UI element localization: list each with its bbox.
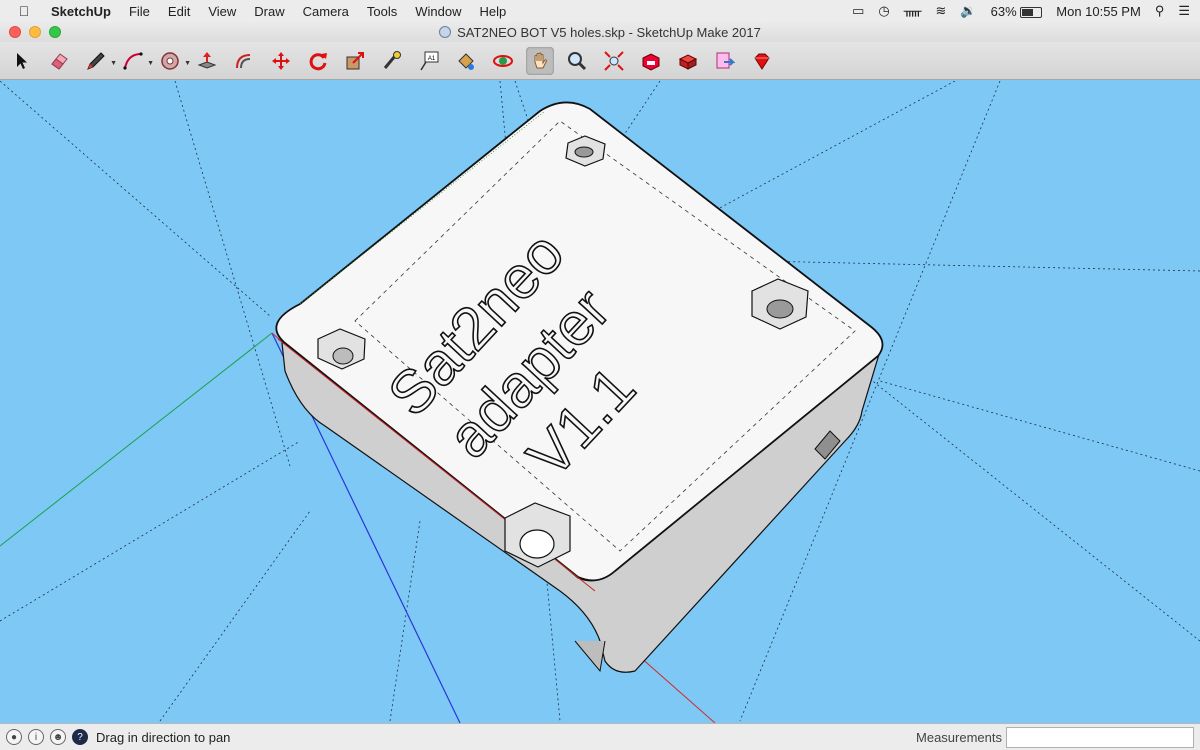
corner-notch (574, 640, 606, 673)
move-tool[interactable] (267, 47, 295, 75)
polygon-icon (161, 51, 179, 70)
scale-tool[interactable] (341, 47, 369, 75)
scale-icon (346, 51, 364, 69)
send-to-layout-icon (716, 52, 736, 68)
menu-edit[interactable]: Edit (159, 4, 199, 19)
wifi-icon[interactable]: ≋ (936, 3, 947, 19)
document-icon (439, 26, 452, 38)
battery-indicator[interactable]: 63% (991, 4, 1043, 19)
pencil-icon (87, 51, 105, 70)
text-label-icon: A1 (420, 51, 439, 70)
menu-help[interactable]: Help (470, 4, 515, 19)
zoom-button[interactable] (49, 26, 61, 38)
menu-camera[interactable]: Camera (294, 4, 358, 19)
zoom-extents-tool[interactable] (600, 47, 628, 75)
3d-viewport[interactable]: Sat2neo adapter V1.1 (0, 81, 1200, 723)
select-tool[interactable] (8, 47, 36, 75)
line-tool[interactable]: ▼ (82, 47, 117, 75)
rotate-icon (309, 52, 327, 70)
tape-measure-icon (383, 50, 401, 69)
minimize-button[interactable] (29, 26, 41, 38)
spotlight-icon[interactable]: ⚲ (1155, 3, 1165, 19)
battery-icon (1020, 6, 1043, 18)
shapes-tool[interactable]: ▼ (156, 47, 191, 75)
select-arrow-icon (17, 52, 27, 69)
offset-tool[interactable] (230, 47, 258, 75)
model-canvas[interactable]: Sat2neo adapter V1.1 (0, 81, 1200, 723)
push-pull-icon (197, 51, 217, 69)
bluetooth-icon[interactable]: ᚅ (904, 3, 922, 19)
offset-icon (236, 53, 251, 68)
measurements-input[interactable] (1006, 726, 1194, 748)
pan-tool[interactable] (526, 46, 554, 75)
arc-tool[interactable]: ▼ (119, 47, 154, 75)
warehouse-tool[interactable] (637, 47, 665, 75)
status-hint: Drag in direction to pan (96, 729, 231, 745)
apple-icon[interactable]:  (14, 3, 34, 19)
window-title: SAT2NEO BOT V5 holes.skp - SketchUp Make… (457, 24, 761, 40)
orbit-tool[interactable] (489, 47, 517, 75)
time-machine-icon[interactable]: ◷ (878, 3, 889, 19)
menu-window[interactable]: Window (406, 4, 470, 19)
move-icon (272, 51, 290, 70)
menu-view[interactable]: View (199, 4, 245, 19)
line-tool-dropdown-icon[interactable]: ▼ (110, 60, 117, 67)
status-menus: ▭ ◷ ᚅ ≋ 🔉 63% Mon 10:55 PM ⚲ ☰ (852, 3, 1200, 19)
battery-level (1022, 8, 1034, 16)
help-icon[interactable]: ? (72, 729, 88, 745)
extension-warehouse-icon (678, 53, 698, 70)
extension-warehouse-tool[interactable] (674, 47, 702, 75)
window-controls (9, 26, 61, 38)
shapes-tool-dropdown-icon[interactable]: ▼ (184, 60, 191, 67)
measurements-label: Measurements (916, 729, 1002, 745)
magnifier-icon (568, 51, 587, 70)
paint-bucket-tool[interactable] (452, 47, 480, 75)
main-toolbar: ▼ ▼ ▼ A1 (0, 42, 1200, 80)
statusbar: ● i ☻ ? Drag in direction to pan Measure… (0, 723, 1200, 750)
notification-center-icon[interactable]: ☰ (1178, 3, 1190, 19)
airplay-icon[interactable]: ▭ (852, 3, 864, 19)
eraser-tool[interactable] (45, 47, 73, 75)
rotate-tool[interactable] (304, 47, 332, 75)
menu-draw[interactable]: Draw (245, 4, 293, 19)
menubar:  SketchUp File Edit View Draw Camera To… (0, 0, 1200, 23)
credits-icon[interactable]: i (28, 729, 44, 745)
user-icon[interactable]: ☻ (50, 729, 66, 745)
svg-text:A1: A1 (428, 56, 436, 62)
zoom-tool[interactable] (563, 47, 591, 75)
arc-tool-dropdown-icon[interactable]: ▼ (147, 60, 154, 67)
paint-bucket-icon (458, 52, 474, 70)
green-axis (0, 332, 273, 547)
geo-location-icon[interactable]: ● (6, 729, 22, 745)
text-tool[interactable]: A1 (415, 47, 443, 75)
3d-warehouse-icon (642, 52, 660, 71)
orbit-icon (493, 54, 513, 67)
tape-measure-tool[interactable] (378, 47, 406, 75)
ruby-console-icon (754, 53, 770, 70)
push-pull-tool[interactable] (193, 47, 221, 75)
volume-icon[interactable]: 🔉 (960, 3, 976, 19)
layout-tool[interactable] (711, 47, 739, 75)
window-titlebar: SAT2NEO BOT V5 holes.skp - SketchUp Make… (0, 22, 1200, 42)
zoom-extents-icon (604, 50, 624, 71)
eraser-icon (51, 52, 68, 70)
hand-icon (534, 52, 548, 68)
close-button[interactable] (9, 26, 21, 38)
arc-icon (123, 51, 143, 70)
app-menu[interactable]: SketchUp (42, 4, 120, 19)
menu-tools[interactable]: Tools (358, 4, 406, 19)
clock[interactable]: Mon 10:55 PM (1056, 4, 1141, 19)
ruby-tool[interactable] (748, 47, 776, 75)
battery-percent: 63% (990, 3, 1017, 19)
menu-file[interactable]: File (120, 4, 159, 19)
